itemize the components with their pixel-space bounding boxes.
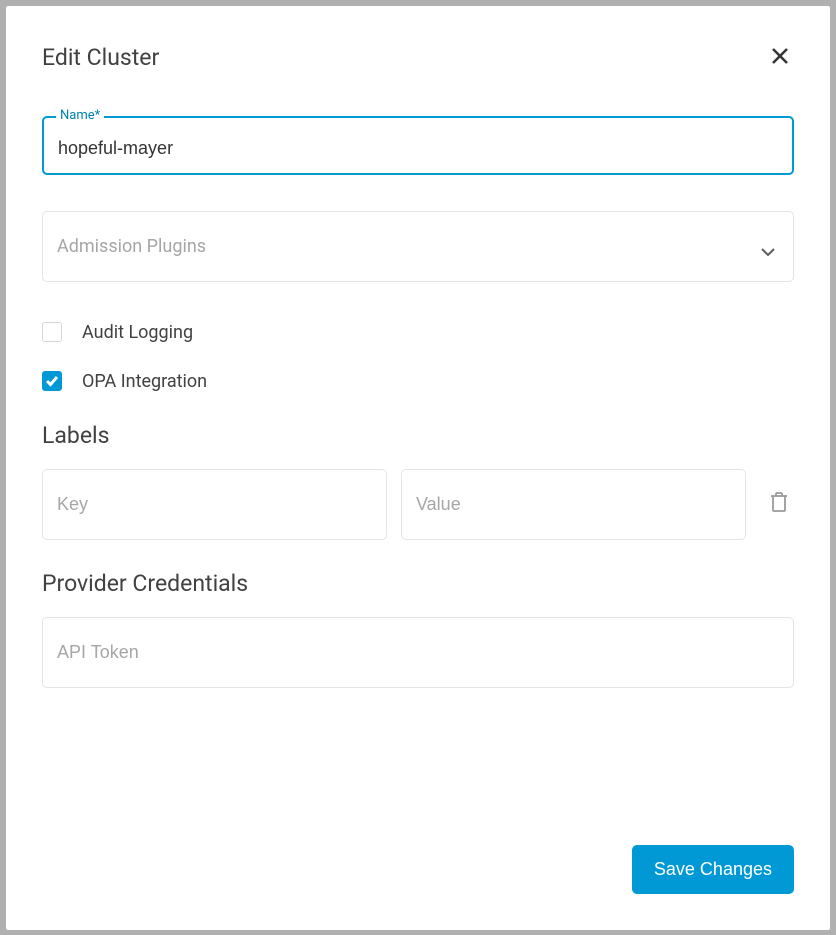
api-token-field[interactable]: [42, 617, 794, 688]
labels-row: [42, 469, 794, 540]
close-icon: [770, 46, 790, 70]
admission-plugins-dropdown[interactable]: Admission Plugins: [42, 211, 794, 282]
trash-icon: [770, 492, 788, 516]
labels-section-title: Labels: [42, 422, 794, 449]
api-token-input[interactable]: [57, 642, 779, 663]
modal-header: Edit Cluster: [42, 42, 794, 74]
label-key-field[interactable]: [42, 469, 387, 540]
chevron-down-icon: [761, 242, 775, 251]
audit-logging-label: Audit Logging: [82, 322, 193, 343]
name-input[interactable]: [58, 138, 778, 159]
name-field-label: Name*: [56, 108, 104, 123]
opa-integration-row: OPA Integration: [42, 371, 794, 392]
admission-plugins-placeholder: Admission Plugins: [57, 236, 206, 257]
audit-logging-row: Audit Logging: [42, 322, 794, 343]
edit-cluster-modal: Edit Cluster Name* Admission Plugins Aud…: [6, 6, 830, 930]
delete-label-button[interactable]: [764, 486, 794, 522]
label-key-input[interactable]: [57, 494, 372, 515]
close-button[interactable]: [766, 42, 794, 74]
opa-integration-checkbox[interactable]: [42, 371, 62, 391]
opa-integration-label: OPA Integration: [82, 371, 207, 392]
provider-credentials-title: Provider Credentials: [42, 570, 794, 597]
name-field[interactable]: Name*: [42, 116, 794, 175]
modal-title: Edit Cluster: [42, 44, 159, 71]
label-value-input[interactable]: [416, 494, 731, 515]
save-changes-button[interactable]: Save Changes: [632, 845, 794, 894]
audit-logging-checkbox[interactable]: [42, 322, 62, 342]
label-value-field[interactable]: [401, 469, 746, 540]
